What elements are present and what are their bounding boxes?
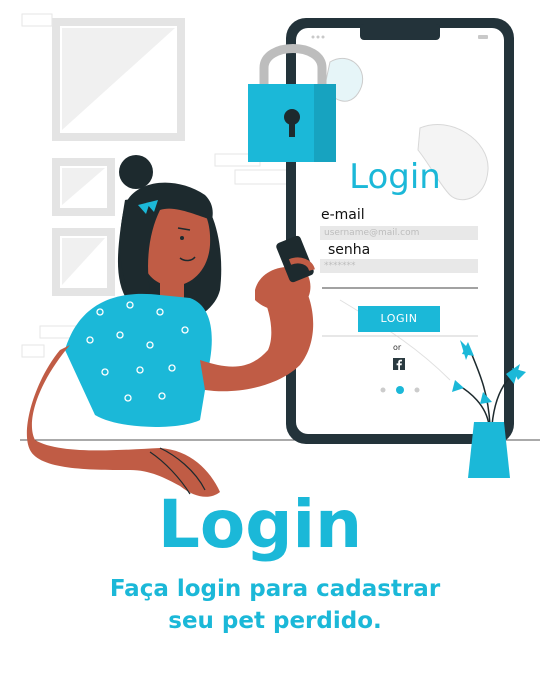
- phone-login-title: Login: [349, 157, 441, 197]
- subtitle-line-1: Faça login para cadastrar: [109, 576, 441, 602]
- phone-password-field: *******: [320, 259, 478, 273]
- facebook-icon: [393, 358, 405, 370]
- page-subtitle: Faça login para cadastrar seu pet perdid…: [0, 573, 550, 637]
- login-illustration: [20, 13, 540, 497]
- phone-email-label: e-mail: [321, 207, 365, 223]
- page-title: Login: [157, 486, 363, 563]
- subtitle-line-2: seu pet perdido.: [168, 608, 382, 634]
- phone-email-field: username@mail.com: [320, 226, 478, 240]
- phone-password-label: senha: [328, 242, 371, 258]
- phone-login-button: LOGIN: [358, 306, 440, 332]
- phone-or-text: or: [393, 343, 402, 352]
